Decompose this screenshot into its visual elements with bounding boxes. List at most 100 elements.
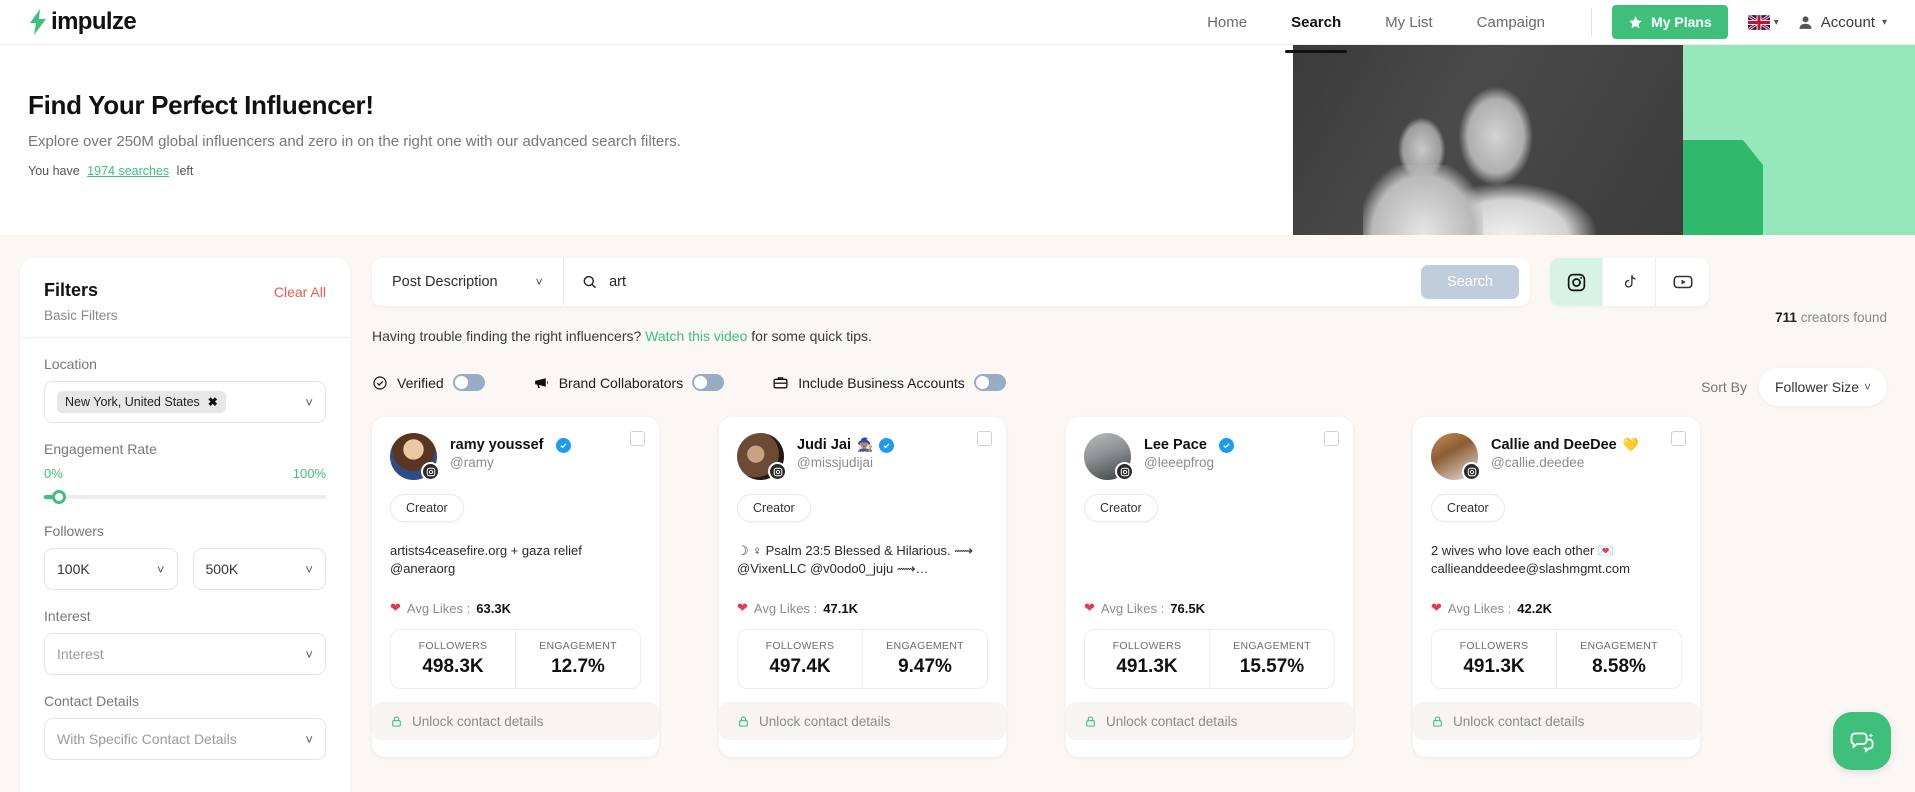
lock-icon <box>1433 715 1442 727</box>
engagement-rate-max: 100% <box>292 466 326 481</box>
location-select[interactable]: New York, United States ✖ ˅ <box>44 381 326 423</box>
chevron-down-icon: ˅ <box>535 275 543 289</box>
avg-likes-label: Avg Likes : <box>406 600 471 616</box>
unlock-contact-button[interactable]: Unlock contact details <box>1413 702 1700 740</box>
creator-card[interactable]: Judi Jai 🧙🏽‍♀️ @missjudijai Creator ☽ ♀ … <box>719 417 1006 757</box>
nav-item-my-list[interactable]: My List <box>1363 2 1455 43</box>
language-selector[interactable]: ▾ <box>1747 14 1779 30</box>
app-root: impulze Home Search My List Campaign My … <box>0 0 1915 792</box>
interest-select[interactable]: Interest ˅ <box>44 633 326 675</box>
engagement-stat-value: 8.58% <box>1592 656 1646 677</box>
creator-select-checkbox[interactable] <box>977 431 992 446</box>
header-divider <box>1591 8 1593 36</box>
search-button[interactable]: Search <box>1421 265 1519 299</box>
hero-portrait-photo <box>1293 45 1683 235</box>
lock-icon <box>1086 715 1095 727</box>
platform-instagram[interactable] <box>1550 258 1603 306</box>
sort-by-select[interactable]: Follower Size ˅ <box>1759 368 1887 406</box>
toggle-brand-collaborators-switch[interactable] <box>692 374 725 391</box>
main-nav: Home Search My List Campaign <box>1185 2 1567 53</box>
nav-item-home[interactable]: Home <box>1185 2 1269 43</box>
followers-stat-value: 498.3K <box>422 656 484 677</box>
slider-handle[interactable] <box>52 490 66 504</box>
filters-sidebar: Filters Basic Filters Clear All Location… <box>20 258 350 792</box>
unlock-contact-button[interactable]: Unlock contact details <box>719 702 1006 740</box>
unlock-contact-label: Unlock contact details <box>759 713 891 729</box>
toggle-business-accounts[interactable]: Include Business Accounts <box>772 374 1006 391</box>
platform-youtube[interactable] <box>1656 258 1709 306</box>
creator-select-checkbox[interactable] <box>630 431 645 446</box>
location-chip[interactable]: New York, United States ✖ <box>57 391 226 413</box>
stat-engagement: ENGAGEMENT 12.7% <box>515 630 640 688</box>
followers-min-select[interactable]: 100K ˅ <box>44 548 178 590</box>
platform-tiktok[interactable] <box>1603 258 1656 306</box>
engagement-rate-range: 0% 100% <box>44 466 326 481</box>
account-menu[interactable]: Account ▾ <box>1797 14 1887 31</box>
followers-range: 100K ˅ 500K ˅ <box>44 548 326 590</box>
clear-all-button[interactable]: Clear All <box>274 284 326 300</box>
chevron-down-icon: ˅ <box>305 646 313 662</box>
watch-video-link[interactable]: Watch this video <box>645 328 747 344</box>
toggle-business-accounts-label: Include Business Accounts <box>798 374 965 391</box>
creators-count-label: creators found <box>1800 310 1887 325</box>
nav-item-campaign[interactable]: Campaign <box>1455 2 1567 43</box>
chevron-down-icon: ˅ <box>305 394 313 410</box>
filters-header: Filters Basic Filters Clear All <box>20 258 350 338</box>
briefcase-icon <box>773 377 788 389</box>
followers-max-select[interactable]: 500K ˅ <box>192 548 326 590</box>
unlock-contact-button[interactable]: Unlock contact details <box>372 702 659 740</box>
toggle-verified-switch[interactable] <box>452 374 485 391</box>
creator-name-emoji: 🧙🏽‍♀️ <box>857 437 874 452</box>
toggle-verified[interactable]: Verified <box>372 374 485 391</box>
brand-logo[interactable]: impulze <box>28 8 137 36</box>
nav-item-search[interactable]: Search <box>1269 2 1363 53</box>
chat-assistant-button[interactable] <box>1833 712 1891 770</box>
creator-select-checkbox[interactable] <box>1671 431 1686 446</box>
engagement-rate-slider[interactable] <box>44 489 326 505</box>
my-plans-button[interactable]: My Plans <box>1612 5 1728 39</box>
search-input[interactable] <box>609 274 1422 290</box>
engagement-rate-min: 0% <box>44 466 63 481</box>
creator-type-tag: Creator <box>737 494 811 522</box>
hero-subtitle: Explore over 250M global influencers and… <box>28 133 681 150</box>
switch-knob <box>975 376 989 389</box>
creator-card[interactable]: Lee Pace @leeepfrog Creator ❤ Avg Likes … <box>1066 417 1353 757</box>
creator-stats: FOLLOWERS 491.3K ENGAGEMENT 8.58% <box>1431 629 1682 689</box>
creator-select-checkbox[interactable] <box>1324 431 1339 446</box>
heart-icon: ❤ <box>1431 600 1442 615</box>
creator-card[interactable]: Callie and DeeDee 💛 @callie.deedee Creat… <box>1413 417 1700 757</box>
contact-details-select[interactable]: With Specific Contact Details ˅ <box>44 718 326 760</box>
creator-identity: Judi Jai 🧙🏽‍♀️ @missjudijai <box>737 433 988 481</box>
verified-icon <box>879 437 895 453</box>
creator-name: ramy youssef <box>450 437 544 453</box>
avg-likes-value: 63.3K <box>476 600 511 616</box>
creator-avg-likes: ❤ Avg Likes : 42.2K <box>1431 600 1682 616</box>
followers-label: Followers <box>44 523 104 539</box>
creator-name-emoji: 💛 <box>1622 437 1639 452</box>
creator-handle: @ramy <box>450 455 494 470</box>
sort-by: Sort By Follower Size ˅ <box>1701 368 1887 406</box>
creator-cards: ramy youssef @ramy Creator artists4cease… <box>372 417 1915 757</box>
avg-likes-value: 47.1K <box>823 600 858 616</box>
avatar <box>1084 433 1134 481</box>
search-type-dropdown[interactable]: Post Description ˅ <box>372 258 564 306</box>
tips-prefix: Having trouble finding the right influen… <box>372 328 642 344</box>
toggle-business-accounts-switch[interactable] <box>973 374 1006 391</box>
megaphone-icon <box>534 378 548 389</box>
engagement-stat-label: ENGAGEMENT <box>1233 640 1311 652</box>
creator-avg-likes: ❤ Avg Likes : 63.3K <box>390 600 641 616</box>
contact-details-label: Contact Details <box>44 693 139 709</box>
unlock-contact-button[interactable]: Unlock contact details <box>1066 702 1353 740</box>
creator-card[interactable]: ramy youssef @ramy Creator artists4cease… <box>372 417 659 757</box>
creator-name-row: ramy youssef <box>450 437 571 453</box>
close-icon[interactable]: ✖ <box>208 395 218 409</box>
filter-interest: Interest Interest ˅ <box>44 608 326 675</box>
followers-max-value: 500K <box>205 561 239 577</box>
interest-placeholder: Interest <box>57 646 104 662</box>
star-icon <box>1629 15 1642 28</box>
creator-identity: ramy youssef @ramy <box>390 433 641 481</box>
creator-bio: artists4ceasefire.org + gaza relief @ane… <box>390 543 582 576</box>
hero-banner: Find Your Perfect Influencer! Explore ov… <box>0 45 1915 235</box>
searches-count-link[interactable]: 1974 searches <box>87 164 169 178</box>
toggle-brand-collaborators[interactable]: Brand Collaborators <box>533 374 725 391</box>
